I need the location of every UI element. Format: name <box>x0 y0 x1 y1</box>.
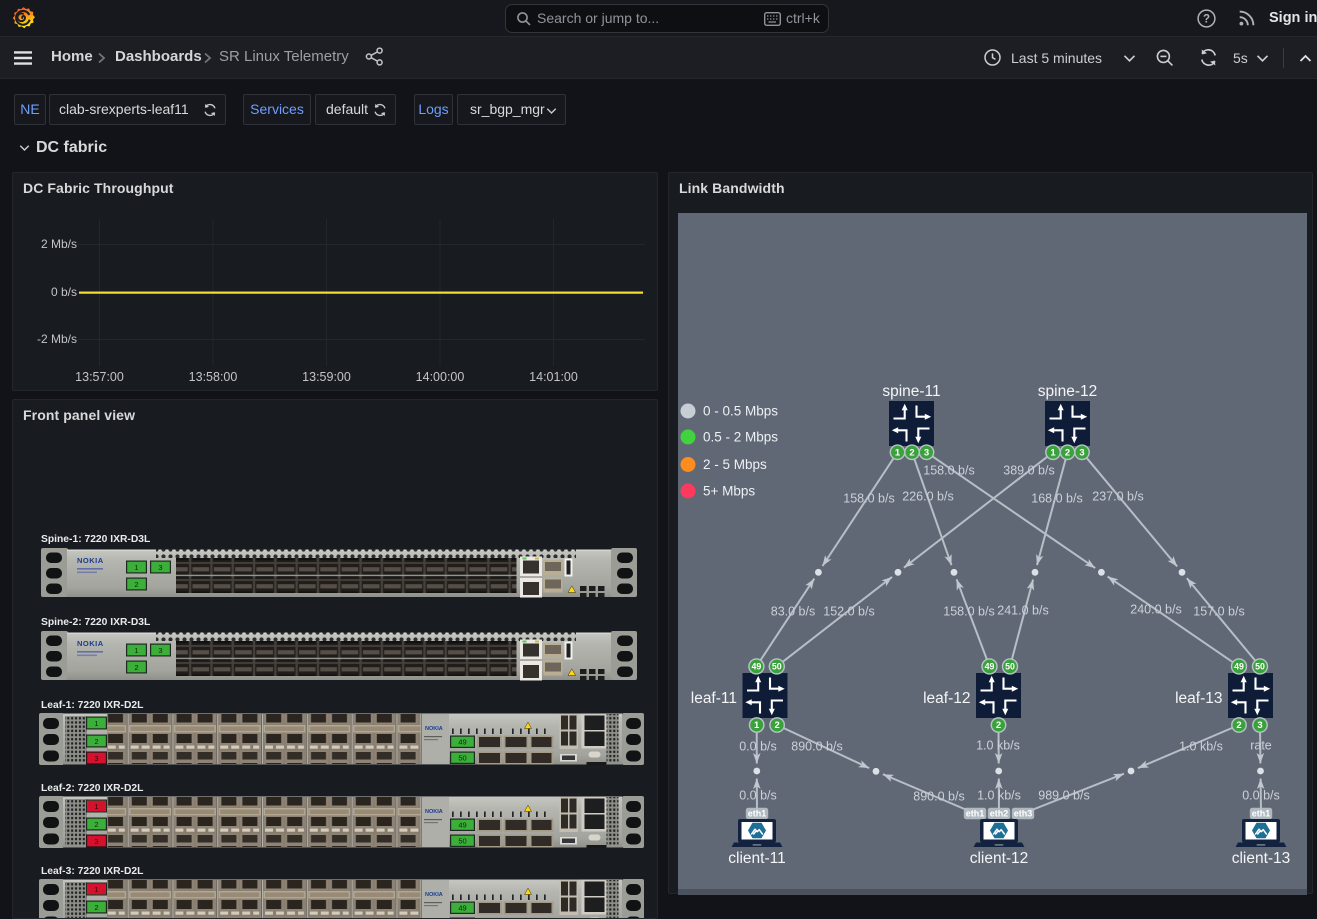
svg-text:0 - 0.5 Mbps: 0 - 0.5 Mbps <box>703 404 778 419</box>
svg-text:49: 49 <box>1234 662 1244 672</box>
svg-text:1: 1 <box>1050 448 1056 459</box>
svg-text:2 - 5 Mbps: 2 - 5 Mbps <box>703 457 767 472</box>
svg-text:3: 3 <box>924 448 929 459</box>
svg-text:spine-11: spine-11 <box>882 383 940 400</box>
svg-text:Spine-2: 7220 IXR-D3L: Spine-2: 7220 IXR-D3L <box>41 617 150 628</box>
svg-text:49: 49 <box>985 662 995 672</box>
svg-text:1: 1 <box>895 448 901 459</box>
svg-text:1: 1 <box>94 802 98 811</box>
svg-text:226.0 b/s: 226.0 b/s <box>902 490 953 504</box>
svg-text:5+ Mbps: 5+ Mbps <box>703 484 755 499</box>
svg-text:50: 50 <box>1255 662 1265 672</box>
svg-text:2: 2 <box>909 448 914 459</box>
svg-text:890.0 b/s: 890.0 b/s <box>791 740 842 754</box>
svg-text:1.0 kb/s: 1.0 kb/s <box>1179 740 1223 754</box>
svg-text:0.0 b/s: 0.0 b/s <box>739 740 777 754</box>
svg-text:eth1: eth1 <box>1252 809 1271 819</box>
svg-text:Spine-1: 7220 IXR-D3L: Spine-1: 7220 IXR-D3L <box>41 534 150 545</box>
svg-text:client-11: client-11 <box>728 850 785 867</box>
svg-text:2: 2 <box>1236 720 1241 731</box>
svg-text:237.0 b/s: 237.0 b/s <box>1092 490 1143 504</box>
svg-text:83.0 b/s: 83.0 b/s <box>771 605 815 619</box>
svg-text:eth2: eth2 <box>990 809 1009 819</box>
svg-text:389.0 b/s: 389.0 b/s <box>1003 464 1054 478</box>
svg-text:Leaf-1: 7220 IXR-D2L: Leaf-1: 7220 IXR-D2L <box>41 700 143 711</box>
svg-text:2: 2 <box>996 720 1001 731</box>
svg-text:1: 1 <box>754 720 760 731</box>
svg-text:0.0 b/s: 0.0 b/s <box>739 789 777 803</box>
svg-text:eth3: eth3 <box>1014 809 1033 819</box>
svg-text:49: 49 <box>752 662 762 672</box>
svg-text:890.0 b/s: 890.0 b/s <box>913 790 964 804</box>
svg-text:leaf-13: leaf-13 <box>1175 690 1222 707</box>
svg-text:eth1: eth1 <box>966 809 985 819</box>
svg-text:client-13: client-13 <box>1232 850 1291 867</box>
svg-text:158.0 b/s: 158.0 b/s <box>943 605 994 619</box>
svg-text:leaf-11: leaf-11 <box>691 690 737 707</box>
svg-text:0.0 b/s: 0.0 b/s <box>1242 789 1280 803</box>
svg-text:157.0 b/s: 157.0 b/s <box>1193 605 1244 619</box>
svg-text:50: 50 <box>1005 662 1015 672</box>
svg-text:leaf-12: leaf-12 <box>923 690 970 707</box>
svg-text:158.0 b/s: 158.0 b/s <box>923 464 974 478</box>
svg-text:50: 50 <box>772 662 782 672</box>
svg-text:Leaf-3: 7220 IXR-D2L: Leaf-3: 7220 IXR-D2L <box>41 866 143 877</box>
svg-text:3: 3 <box>1257 720 1262 731</box>
svg-text:240.0 b/s: 240.0 b/s <box>1130 603 1181 617</box>
svg-text:158.0 b/s: 158.0 b/s <box>843 492 894 506</box>
svg-text:Leaf-2: 7220 IXR-D2L: Leaf-2: 7220 IXR-D2L <box>41 783 143 794</box>
svg-text:1.0 kb/s: 1.0 kb/s <box>977 789 1021 803</box>
svg-text:152.0 b/s: 152.0 b/s <box>823 605 874 619</box>
svg-text:1.0 kb/s: 1.0 kb/s <box>976 739 1020 753</box>
svg-text:eth1: eth1 <box>748 809 767 819</box>
svg-text:spine-12: spine-12 <box>1038 383 1097 400</box>
svg-text:3: 3 <box>1079 448 1084 459</box>
svg-text:1: 1 <box>94 885 98 894</box>
svg-text:168.0 b/s: 168.0 b/s <box>1031 492 1082 506</box>
svg-text:989.0 b/s: 989.0 b/s <box>1038 789 1089 803</box>
svg-text:2: 2 <box>1065 448 1070 459</box>
svg-text:241.0 b/s: 241.0 b/s <box>997 604 1048 618</box>
svg-text:?: ? <box>1203 14 1210 26</box>
svg-text:client-12: client-12 <box>970 850 1029 867</box>
svg-text:2: 2 <box>774 720 779 731</box>
svg-text:0.5 - 2 Mbps: 0.5 - 2 Mbps <box>703 430 778 445</box>
svg-text:rate: rate <box>1250 739 1272 753</box>
